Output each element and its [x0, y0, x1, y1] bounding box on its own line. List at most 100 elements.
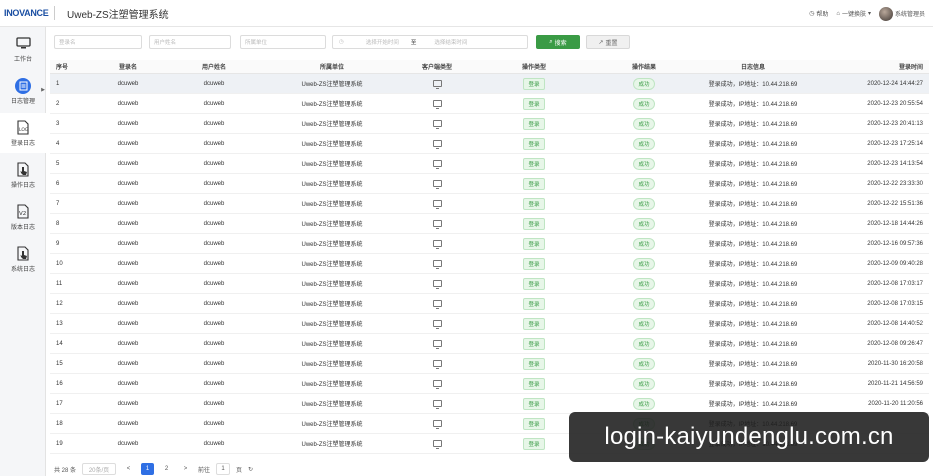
sidebar-item-log-management[interactable]: 日志管理 ▶ [0, 71, 46, 111]
row-number: 2 [56, 100, 60, 107]
sidebar-item-operation-log[interactable]: 操作日志 [0, 155, 46, 195]
column-header: 登录时间 [898, 65, 923, 71]
table-row[interactable]: 4 dcuweb dcuweb Uweb-ZS注塑管理系统 登录 成功 登录成功，IP地址：… [50, 134, 929, 154]
table-row[interactable]: 6 dcuweb dcuweb Uweb-ZS注塑管理系统 登录 成功 登录成功，IP地址：… [50, 174, 929, 194]
operation-type-tag: 登录 [523, 177, 545, 190]
operation-type-tag: 登录 [523, 157, 545, 170]
next-page-button[interactable]: > [179, 463, 192, 475]
client-type-cell [396, 160, 478, 169]
version-icon: V2 [15, 204, 31, 220]
table-row[interactable]: 10 dcuweb dcuweb Uweb-ZS注塑管理系统 登录 成功 登录成功，IP地址… [50, 254, 929, 274]
login-time-cell: 2020-12-08 14:40:52 [867, 320, 923, 327]
row-number: 1 [56, 80, 60, 87]
log-info-cell: 登录成功，IP地址：10.44.218.69 [708, 322, 798, 328]
unit-cell: Uweb-ZS注塑管理系统 [301, 222, 363, 228]
user-name: 系统管理员 [894, 12, 925, 18]
desktop-client-icon [432, 160, 442, 169]
table-row[interactable]: 11 dcuweb dcuweb Uweb-ZS注塑管理系统 登录 成功 登录成功，IP地址… [50, 274, 929, 294]
operation-result-cell: 成功 [590, 197, 698, 210]
user-name-cell: dcuweb [203, 140, 225, 147]
login-time-cell: 2020-12-08 09:26:47 [867, 340, 923, 347]
user-name-cell: dcuweb [203, 80, 225, 87]
unit-cell: Uweb-ZS注塑管理系统 [301, 302, 363, 308]
page-2-button[interactable]: 2 [160, 463, 173, 475]
operation-type-tag: 登录 [523, 357, 545, 370]
table-row[interactable]: 1 dcuweb dcuweb Uweb-ZS注塑管理系统 登录 成功 登录成功，IP地址：… [50, 74, 929, 94]
operation-type-cell: 登录 [478, 377, 590, 390]
client-type-cell [396, 420, 478, 429]
page-1-button[interactable]: 1 [141, 463, 155, 475]
operation-result-tag: 成功 [633, 257, 655, 270]
operation-type-cell: 登录 [478, 397, 590, 410]
table-row[interactable]: 15 dcuweb dcuweb Uweb-ZS注塑管理系统 登录 成功 登录成功，IP地址… [50, 354, 929, 374]
goto-page-input[interactable]: 1 [216, 463, 231, 475]
unit-cell: Uweb-ZS注塑管理系统 [301, 142, 363, 148]
sidebar-item-version-log[interactable]: V2 版本日志 [0, 197, 46, 237]
login-name-cell: dcuweb [117, 380, 139, 387]
unit-cell: Uweb-ZS注塑管理系统 [301, 422, 363, 428]
prev-page-button[interactable]: < [122, 463, 135, 475]
table-row[interactable]: 9 dcuweb dcuweb Uweb-ZS注塑管理系统 登录 成功 登录成功，IP地址：… [50, 234, 929, 254]
user-name-input[interactable]: 用户姓名 [149, 35, 231, 49]
help-button[interactable]: ◷ 帮助 [809, 9, 828, 18]
refresh-icon[interactable]: ↻ [248, 466, 253, 473]
table-row[interactable]: 12 dcuweb dcuweb Uweb-ZS注塑管理系统 登录 成功 登录成功，IP地址… [50, 294, 929, 314]
login-name-cell: dcuweb [117, 260, 139, 267]
row-number: 9 [56, 240, 60, 247]
user-name-cell: dcuweb [203, 360, 225, 367]
login-time-cell: 2020-12-09 09:40:28 [867, 260, 923, 267]
unit-input[interactable]: 所属单位 [240, 35, 326, 49]
table-row[interactable]: 14 dcuweb dcuweb Uweb-ZS注塑管理系统 登录 成功 登录成功，IP地址… [50, 334, 929, 354]
caret-down-icon: ▾ [867, 11, 871, 17]
unit-cell: Uweb-ZS注塑管理系统 [301, 162, 363, 168]
table-row[interactable]: 16 dcuweb dcuweb Uweb-ZS注塑管理系统 登录 成功 登录成功，IP地址… [50, 374, 929, 394]
login-name-cell: dcuweb [117, 300, 139, 307]
skin-switch-button[interactable]: ⌂ 一键换肤 ▾ [836, 9, 871, 19]
row-number: 17 [56, 400, 63, 407]
svg-text:LOG: LOG [19, 127, 29, 133]
sidebar-item-login-log[interactable]: LOG 登录日志 [0, 113, 46, 153]
table-row[interactable]: 13 dcuweb dcuweb Uweb-ZS注塑管理系统 登录 成功 登录成功，IP地址… [50, 314, 929, 334]
help-label: 帮助 [816, 12, 829, 18]
login-name-cell: dcuweb [117, 200, 139, 207]
log-info-cell: 登录成功，IP地址：10.44.218.69 [708, 402, 798, 408]
login-time-cell: 2020-12-23 20:41:13 [867, 120, 923, 127]
login-name-input[interactable]: 登录名 [54, 35, 142, 49]
table-row[interactable]: 7 dcuweb dcuweb Uweb-ZS注塑管理系统 登录 成功 登录成功，IP地址：… [50, 194, 929, 214]
operation-result-cell: 成功 [590, 237, 698, 250]
page-size-select[interactable]: 20条/页 [82, 463, 117, 475]
table-row[interactable]: 8 dcuweb dcuweb Uweb-ZS注塑管理系统 登录 成功 登录成功，IP地址：… [50, 214, 929, 234]
reset-button[interactable]: ↗ 重置 [586, 35, 630, 49]
login-name-cell: dcuweb [117, 80, 139, 87]
client-type-cell [396, 80, 478, 89]
desktop-client-icon [432, 320, 442, 329]
operation-type-cell: 登录 [478, 257, 590, 270]
unit-cell: Uweb-ZS注塑管理系统 [301, 282, 363, 288]
client-type-cell [396, 360, 478, 369]
operation-result-cell: 成功 [590, 157, 698, 170]
search-button[interactable]: ⌕ 搜索 [536, 35, 580, 49]
table-row[interactable]: 3 dcuweb dcuweb Uweb-ZS注塑管理系统 登录 成功 登录成功，IP地址：… [50, 114, 929, 134]
login-name-cell: dcuweb [117, 120, 139, 127]
client-type-cell [396, 100, 478, 109]
user-menu[interactable]: 系统管理员 [878, 6, 925, 21]
operation-result-cell: 成功 [590, 317, 698, 330]
operation-result-tag: 成功 [633, 97, 655, 110]
operation-result-cell: 成功 [590, 117, 698, 130]
pointer-icon [15, 246, 31, 262]
user-name-cell: dcuweb [203, 160, 225, 167]
start-time-input[interactable]: 选择开始时间 [366, 38, 399, 46]
table-row[interactable]: 5 dcuweb dcuweb Uweb-ZS注塑管理系统 登录 成功 登录成功，IP地址：… [50, 154, 929, 174]
table-row[interactable]: 2 dcuweb dcuweb Uweb-ZS注塑管理系统 登录 成功 登录成功，IP地址：… [50, 94, 929, 114]
row-number: 11 [56, 280, 63, 287]
login-name-cell: dcuweb [117, 280, 139, 287]
sidebar-item-workbench[interactable]: 工作台 [0, 29, 46, 69]
sidebar: 工作台 日志管理 ▶ LOG 登录日志 操作日志 V2 版本日志 系统日志 [0, 27, 46, 476]
date-range-picker[interactable]: ◷ 选择开始时间 至 选择结束时间 [332, 35, 528, 49]
desktop-client-icon [432, 80, 442, 89]
login-time-cell: 2020-12-22 23:33:30 [867, 180, 923, 187]
sidebar-item-system-log[interactable]: 系统日志 [0, 239, 46, 279]
operation-result-tag: 成功 [633, 217, 655, 230]
end-time-input[interactable]: 选择结束时间 [434, 38, 467, 46]
table-row[interactable]: 17 dcuweb dcuweb Uweb-ZS注塑管理系统 登录 成功 登录成功，IP地址… [50, 394, 929, 414]
